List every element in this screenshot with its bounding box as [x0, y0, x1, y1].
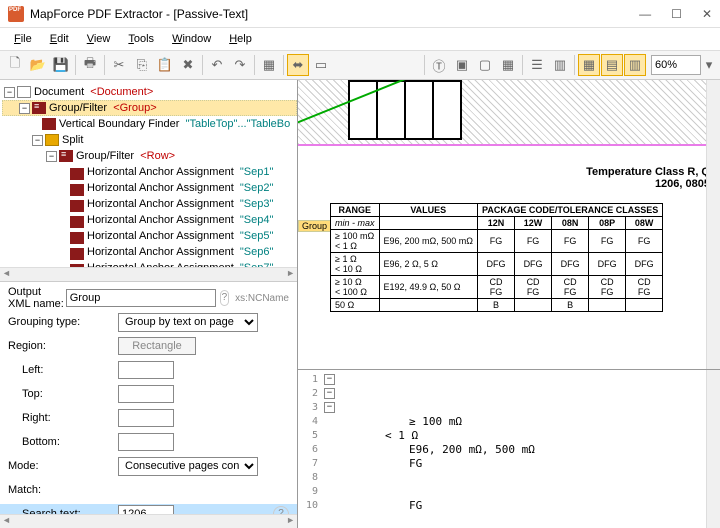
region-button[interactable]: Rectangle [118, 337, 196, 355]
tree-haa[interactable]: Horizontal Anchor Assignment "Sep3" [2, 196, 297, 212]
maximize-button[interactable]: ☐ [671, 7, 682, 21]
image-icon[interactable]: ▢ [474, 54, 496, 76]
open-icon[interactable]: 📂 [27, 54, 49, 76]
xml-scrollbar[interactable] [706, 370, 720, 528]
props-scrollbar[interactable] [0, 514, 297, 528]
properties-panel: Output XML name:?xs:NCName Grouping type… [0, 282, 297, 528]
sheet-icon[interactable]: ▦ [258, 54, 280, 76]
menu-file[interactable]: File [6, 31, 40, 47]
undo-icon[interactable]: ↶ [206, 54, 228, 76]
save-icon[interactable]: 💾 [50, 54, 72, 76]
lbl-top: Top: [8, 388, 118, 400]
redo-icon[interactable]: ↷ [229, 54, 251, 76]
help-icon[interactable]: ? [220, 290, 229, 306]
lbl-bottom: Bottom: [8, 436, 118, 448]
xml-output[interactable]: 1−2−3−4≥ 100 mΩ5< 1 Ω6E96, 200 mΩ, 500 m… [298, 370, 720, 528]
tree-document[interactable]: −Document <Document> [2, 84, 297, 100]
lbl-mode: Mode: [8, 460, 118, 472]
preview-title: Temperature Class R, Q1206, 0805 [586, 166, 710, 190]
delete-icon[interactable]: ✖ [177, 54, 199, 76]
zoom-input[interactable] [651, 55, 701, 75]
app-icon [8, 6, 24, 22]
menu-view[interactable]: View [79, 31, 119, 47]
lbl-right: Right: [8, 412, 118, 424]
col-icon[interactable]: ▥ [549, 54, 571, 76]
titlebar: MapForce PDF Extractor - [Passive-Text] … [0, 0, 720, 28]
fit-width-icon[interactable]: ⬌ [287, 54, 309, 76]
right-input[interactable] [118, 409, 174, 427]
tree-scrollbar[interactable] [0, 267, 297, 281]
view2-icon[interactable]: ▤ [601, 54, 623, 76]
tree-group[interactable]: −Group/Filter <Group> [2, 100, 297, 116]
lbl-left: Left: [8, 364, 118, 376]
mode-select[interactable]: Consecutive pages containing [118, 457, 258, 476]
menu-help[interactable]: Help [221, 31, 260, 47]
group-label: Group [298, 220, 331, 232]
menu-edit[interactable]: Edit [42, 31, 77, 47]
bottom-input[interactable] [118, 433, 174, 451]
close-button[interactable]: ✕ [702, 7, 712, 21]
view1-icon[interactable]: ▦ [578, 54, 600, 76]
pdf-preview[interactable]: Group Temperature Class R, Q1206, 0805 R… [298, 80, 720, 370]
window-title: MapForce PDF Extractor - [Passive-Text] [30, 7, 248, 21]
lbl-grouping-type: Grouping type: [8, 316, 118, 328]
output-name-input[interactable] [66, 289, 216, 307]
table-icon[interactable]: ▦ [497, 54, 519, 76]
tree-row[interactable]: −Group/Filter <Row> [2, 148, 297, 164]
row-icon[interactable]: ☰ [526, 54, 548, 76]
lbl-region: Region: [8, 340, 118, 352]
data-table: RANGEVALUESPACKAGE CODE/TOLERANCE CLASSE… [330, 203, 663, 312]
group-icon[interactable]: ▣ [451, 54, 473, 76]
tree-vbf[interactable]: Vertical Boundary Finder "TableTop"..."T… [2, 116, 297, 132]
lbl-match: Match: [8, 484, 118, 496]
fit-page-icon[interactable]: ▭ [310, 54, 332, 76]
toolbar: 🗋 📂 💾 🖶 ✂ ⎘ 📋 ✖ ↶ ↷ ▦ ⬌ ▭ Ⓣ ▣ ▢ ▦ ☰ ▥ ▦ … [0, 50, 720, 80]
tree-haa[interactable]: Horizontal Anchor Assignment "Sep6" [2, 244, 297, 260]
preview-scrollbar[interactable] [706, 80, 720, 369]
lbl-output-name: Output XML name: [8, 286, 66, 310]
view3-icon[interactable]: ▥ [624, 54, 646, 76]
left-input[interactable] [118, 361, 174, 379]
tree-haa[interactable]: Horizontal Anchor Assignment "Sep2" [2, 180, 297, 196]
menu-window[interactable]: Window [164, 31, 219, 47]
minimize-button[interactable]: — [639, 7, 651, 21]
new-icon[interactable]: 🗋 [4, 54, 26, 76]
menubar: File Edit View Tools Window Help [0, 28, 720, 50]
left-panel: −Document <Document> −Group/Filter <Grou… [0, 80, 298, 528]
tree-haa[interactable]: Horizontal Anchor Assignment "Sep4" [2, 212, 297, 228]
cut-icon[interactable]: ✂ [108, 54, 130, 76]
copy-icon[interactable]: ⎘ [131, 54, 153, 76]
grouping-type-select[interactable]: Group by text on page [118, 313, 258, 332]
tree-haa[interactable]: Horizontal Anchor Assignment "Sep5" [2, 228, 297, 244]
menu-tools[interactable]: Tools [120, 31, 162, 47]
tree-haa[interactable]: Horizontal Anchor Assignment "Sep1" [2, 164, 297, 180]
paste-icon[interactable]: 📋 [154, 54, 176, 76]
right-panel: Group Temperature Class R, Q1206, 0805 R… [298, 80, 720, 528]
structure-tree[interactable]: −Document <Document> −Group/Filter <Grou… [0, 80, 297, 282]
top-input[interactable] [118, 385, 174, 403]
text-icon[interactable]: Ⓣ [428, 54, 450, 76]
zoom-dropdown-icon[interactable]: ▾ [702, 54, 716, 76]
print-icon[interactable]: 🖶 [79, 54, 101, 76]
tree-split[interactable]: −Split [2, 132, 297, 148]
